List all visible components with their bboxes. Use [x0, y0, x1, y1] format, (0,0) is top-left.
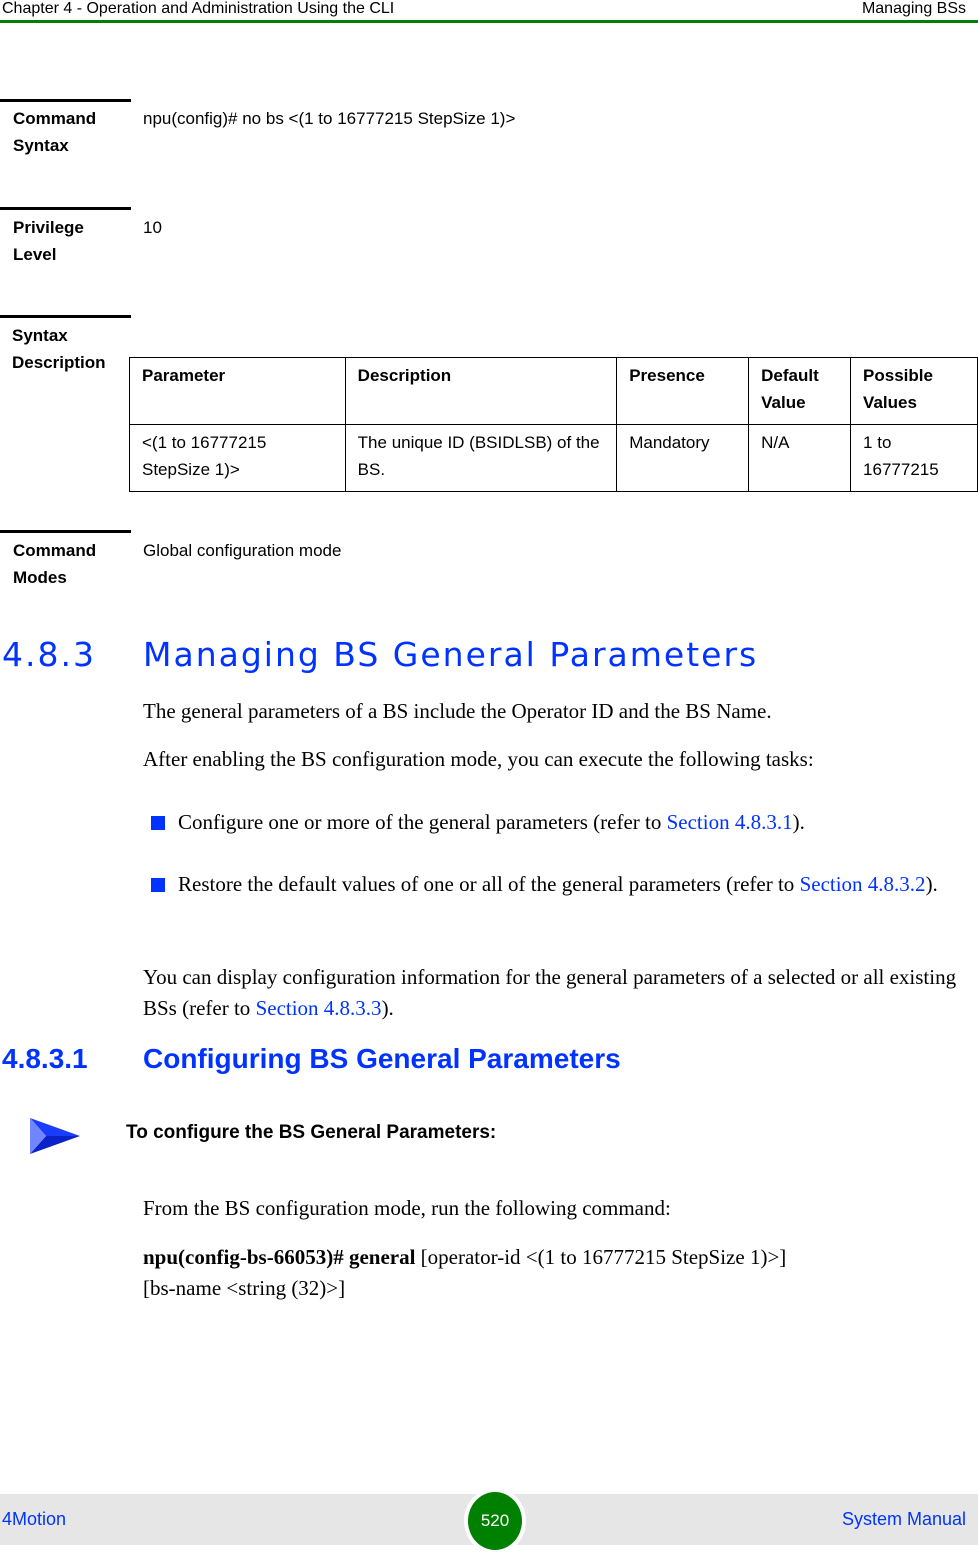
label-line: Level	[13, 245, 57, 264]
table-header-row: Parameter Description Presence Default V…	[129, 357, 978, 425]
table-row: <(1 to 16777215 StepSize 1)> The unique …	[129, 424, 978, 492]
footer-manual: System Manual	[841, 1509, 966, 1529]
footer-product: 4Motion	[2, 1509, 67, 1529]
label-line: Description	[12, 353, 106, 372]
header-chapter-title: Chapter 4 - Operation and Administration…	[2, 0, 395, 17]
label-line: Syntax	[13, 136, 69, 155]
section-number: 4.8.3.1	[2, 1043, 88, 1074]
section-number: 4.8.3	[2, 635, 96, 674]
page-number: 520	[480, 1511, 510, 1530]
page-number-badge: 520	[464, 1488, 526, 1554]
bullet-item: Configure one or more of the general par…	[151, 807, 968, 838]
bullet-square-icon	[151, 816, 165, 830]
syntax-description-label: Syntax Description	[12, 322, 106, 376]
paragraph-text: ).	[381, 996, 394, 1020]
label-line: Command	[13, 109, 97, 128]
section-heading-4-8-3-1: 4.8.3.1 Configuring BS General Parameters	[2, 1041, 621, 1077]
column-header: Possible Values	[850, 357, 978, 425]
privilege-level-rule	[0, 207, 131, 210]
section-title: Managing BS General Parameters	[143, 635, 759, 674]
bullet-text: ).	[925, 872, 938, 896]
procedure-heading: To configure the BS General Parameters:	[126, 1122, 497, 1143]
paragraph: From the BS configuration mode, run the …	[143, 1196, 671, 1220]
table-cell: N/A	[748, 424, 852, 492]
section-link-4-8-3-1[interactable]: Section 4.8.3.1	[667, 810, 793, 834]
command-line: npu(config-bs-66053)# general [operator-…	[143, 1242, 973, 1304]
table-cell: 1 to 16777215	[850, 424, 978, 492]
column-header: Parameter	[129, 357, 346, 425]
paragraph: After enabling the BS configuration mode…	[143, 747, 814, 771]
header-divider	[0, 20, 978, 23]
section-title: Configuring BS General Parameters	[143, 1043, 621, 1074]
command-prompt: npu(config-bs-66053)# general	[143, 1245, 416, 1269]
command-line-2: [bs-name <string (32)>]	[143, 1276, 346, 1300]
command-syntax-label: Command Syntax	[13, 105, 96, 159]
label-line: Privilege	[13, 218, 84, 237]
bullet-item: Restore the default values of one or all…	[151, 869, 938, 900]
syntax-description-table: Parameter Description Presence Default V…	[129, 357, 978, 492]
command-modes-label: Command Modes	[13, 537, 96, 591]
header-section-title: Managing BSs	[861, 0, 966, 17]
privilege-level-value: 10	[143, 218, 162, 237]
bullet-text: ).	[792, 810, 805, 834]
label-line: Command	[13, 541, 97, 560]
command-modes-value: Global configuration mode	[143, 541, 342, 560]
syntax-description-rule	[0, 315, 131, 318]
column-header: Default Value	[748, 357, 852, 425]
column-header: Description	[344, 357, 618, 425]
column-header: Presence	[616, 357, 750, 425]
table-cell: Mandatory	[616, 424, 750, 492]
paragraph: The general parameters of a BS include t…	[143, 699, 772, 723]
bullet-text: Restore the default values of one or all…	[178, 872, 800, 896]
command-syntax-rule	[0, 99, 131, 102]
label-line: Syntax	[12, 326, 68, 345]
section-heading-4-8-3: 4.8.3 Managing BS General Parameters	[2, 632, 758, 678]
command-line-1: npu(config-bs-66053)# general [operator-…	[143, 1242, 973, 1273]
command-syntax-value: npu(config)# no bs <(1 to 16777215 StepS…	[143, 109, 516, 128]
privilege-level-label: Privilege Level	[13, 214, 84, 268]
command-args: [operator-id <(1 to 16777215 StepSize 1)…	[415, 1245, 787, 1269]
label-line: Modes	[13, 568, 67, 587]
bullet-square-icon	[151, 878, 165, 892]
procedure-arrow-icon	[28, 1116, 82, 1156]
table-cell: <(1 to 16777215 StepSize 1)>	[129, 424, 346, 492]
section-link-4-8-3-2[interactable]: Section 4.8.3.2	[800, 872, 926, 896]
table-cell: The unique ID (BSIDLSB) of the BS.	[344, 424, 618, 492]
paragraph: You can display configuration informatio…	[143, 962, 973, 1024]
section-link-4-8-3-3[interactable]: Section 4.8.3.3	[256, 996, 382, 1020]
bullet-text: Configure one or more of the general par…	[178, 810, 667, 834]
command-modes-rule	[0, 530, 131, 533]
